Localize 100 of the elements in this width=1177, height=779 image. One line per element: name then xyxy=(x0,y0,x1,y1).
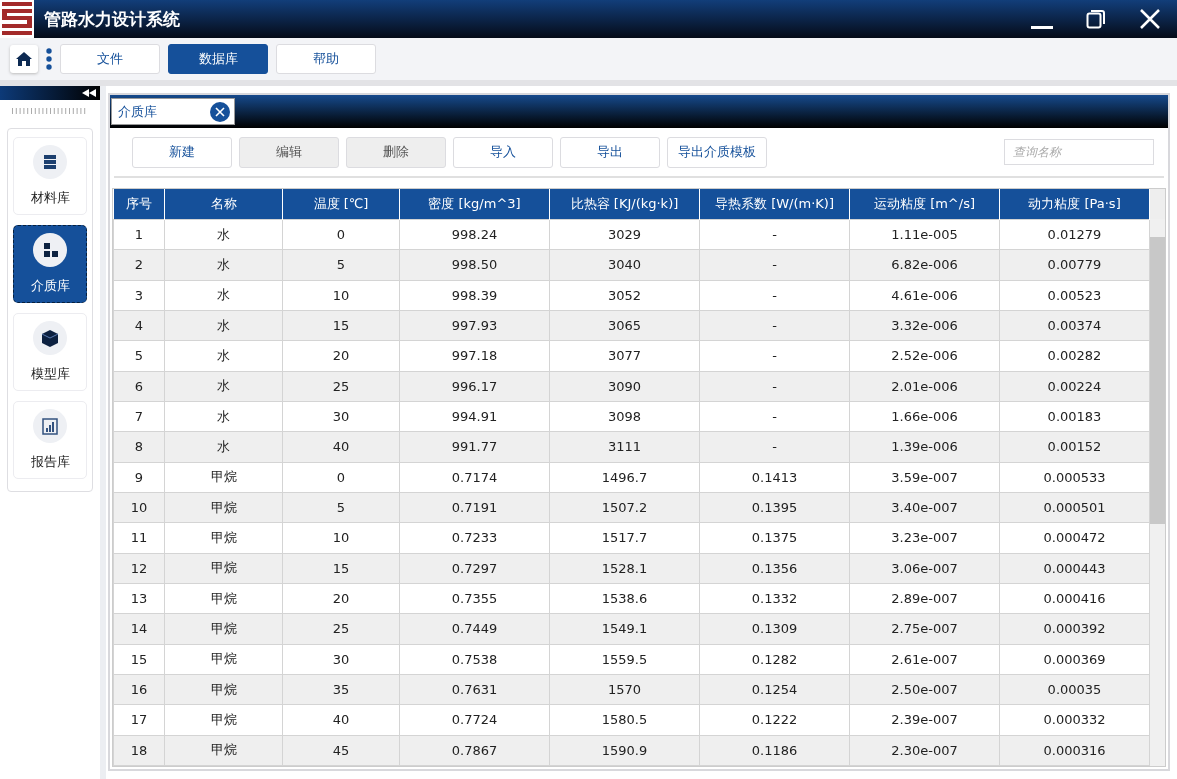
sidebar-item[interactable]: 材料库 xyxy=(13,137,87,215)
table-cell: 水 xyxy=(164,431,283,463)
table-cell: 998.24 xyxy=(399,219,550,250)
table-cell: 0.7233 xyxy=(399,522,550,554)
table-cell: 0.01279 xyxy=(999,219,1150,250)
column-header[interactable]: 动力粘度 [Pa·s] xyxy=(999,189,1150,220)
menu-tab[interactable]: 数据库 xyxy=(168,44,268,74)
sidebar-item[interactable]: 介质库 xyxy=(13,225,87,303)
table-cell: 998.39 xyxy=(399,280,550,311)
table-cell: 0 xyxy=(282,219,400,250)
table-cell: 2.01e-006 xyxy=(849,371,1000,402)
table-cell: 0.1395 xyxy=(699,492,850,523)
table-cell: 3.23e-007 xyxy=(849,522,1000,554)
table-cell: 0.00183 xyxy=(999,401,1150,432)
menu-tab[interactable]: 文件 xyxy=(60,44,160,74)
table-cell: 0.1332 xyxy=(699,583,850,614)
report-icon xyxy=(33,409,67,443)
table-cell: 10 xyxy=(282,522,400,554)
table-cell: 1590.9 xyxy=(549,735,700,766)
sidebar-item[interactable]: 模型库 xyxy=(13,313,87,391)
toolbar-button[interactable]: 导入 xyxy=(453,136,553,168)
table-cell: 0.000392 xyxy=(999,613,1150,645)
search-field[interactable]: 查询名称 xyxy=(1004,139,1154,165)
table-cell: 0.00224 xyxy=(999,371,1150,402)
table-cell: 3098 xyxy=(549,401,700,432)
table-cell: 0.7191 xyxy=(399,492,550,523)
document-tab[interactable]: 介质库 xyxy=(111,98,235,125)
table-cell: 4.61e-006 xyxy=(849,280,1000,311)
table-cell: - xyxy=(699,401,850,432)
table-cell: 1.11e-005 xyxy=(849,219,1000,250)
table-cell: 0.000332 xyxy=(999,704,1150,736)
toolbar-button[interactable]: 导出 xyxy=(560,136,660,168)
table-cell: 6 xyxy=(113,371,165,402)
window-title: 管路水力设计系统 xyxy=(44,7,181,31)
column-header[interactable]: 温度 [℃] xyxy=(282,189,400,220)
more-icon[interactable] xyxy=(46,48,52,70)
table-cell: 水 xyxy=(164,401,283,432)
table-cell: 40 xyxy=(282,431,400,463)
table-cell: 0.000443 xyxy=(999,553,1150,584)
table-cell: 12 xyxy=(113,553,165,584)
column-header[interactable]: 密度 [kg/m^3] xyxy=(399,189,550,220)
table-cell: 0.1356 xyxy=(699,553,850,584)
table-cell: 14 xyxy=(113,613,165,645)
table-cell: 20 xyxy=(282,583,400,614)
close-tab-button[interactable] xyxy=(210,101,230,122)
minimize-icon xyxy=(1031,25,1053,29)
table-cell: 水 xyxy=(164,310,283,341)
table-cell: 8 xyxy=(113,431,165,463)
table-cell: 0.000416 xyxy=(999,583,1150,614)
menu-tab[interactable]: 帮助 xyxy=(276,44,376,74)
table-cell: 水 xyxy=(164,249,283,281)
table-cell: 甲烷 xyxy=(164,553,283,584)
table-cell: 0.7297 xyxy=(399,553,550,584)
table-cell: 0.00374 xyxy=(999,310,1150,341)
table-cell: - xyxy=(699,340,850,372)
table-cell: 0.1186 xyxy=(699,735,850,766)
restore-icon xyxy=(1086,9,1106,29)
table-cell: 0.7355 xyxy=(399,583,550,614)
table-cell: 甲烷 xyxy=(164,522,283,554)
table-cell: 0.7867 xyxy=(399,735,550,766)
table-cell: - xyxy=(699,431,850,463)
table-cell: 0.7449 xyxy=(399,613,550,645)
table-cell: 1.39e-006 xyxy=(849,431,1000,463)
toolbar-button[interactable]: 导出介质模板 xyxy=(667,136,767,168)
table-cell: 1496.7 xyxy=(549,462,700,493)
sidebar-item[interactable]: 报告库 xyxy=(13,401,87,479)
tab-label: 介质库 xyxy=(118,102,157,121)
table-cell: 1517.7 xyxy=(549,522,700,554)
collapse-icon[interactable] xyxy=(82,89,96,97)
column-header[interactable]: 运动粘度 [m^/s] xyxy=(849,189,1000,220)
table-cell: - xyxy=(699,280,850,311)
table-cell: 997.93 xyxy=(399,310,550,341)
table-cell: 10 xyxy=(113,492,165,523)
column-header[interactable]: 序号 xyxy=(113,189,165,220)
table-cell: 18 xyxy=(113,735,165,766)
table-cell: 0.7538 xyxy=(399,644,550,675)
column-header[interactable]: 导热系数 [W/(m·K)] xyxy=(699,189,850,220)
scrollbar-thumb[interactable] xyxy=(1150,237,1165,524)
table-cell: 991.77 xyxy=(399,431,550,463)
table-cell: 1528.1 xyxy=(549,553,700,584)
home-button[interactable] xyxy=(10,45,38,73)
table-cell: 0.00035 xyxy=(999,674,1150,705)
column-header[interactable]: 比热容 [KJ/(kg·k)] xyxy=(549,189,700,220)
column-header[interactable]: 名称 xyxy=(164,189,283,220)
table-cell: 994.91 xyxy=(399,401,550,432)
table-cell: 2.52e-006 xyxy=(849,340,1000,372)
table-cell: 5 xyxy=(113,340,165,372)
table-cell: - xyxy=(699,219,850,250)
table-cell: - xyxy=(699,249,850,281)
table-cell: 3 xyxy=(113,280,165,311)
table-cell: 10 xyxy=(282,280,400,311)
toolbar-button[interactable]: 新建 xyxy=(132,136,232,168)
table-cell: 0.000316 xyxy=(999,735,1150,766)
table-cell: 0.00779 xyxy=(999,249,1150,281)
table-cell: 0.1282 xyxy=(699,644,850,675)
table-cell: 0.00152 xyxy=(999,431,1150,463)
table-cell: 40 xyxy=(282,704,400,736)
table-cell: 水 xyxy=(164,219,283,250)
table-cell: 15 xyxy=(113,644,165,675)
table-cell: 3052 xyxy=(549,280,700,311)
